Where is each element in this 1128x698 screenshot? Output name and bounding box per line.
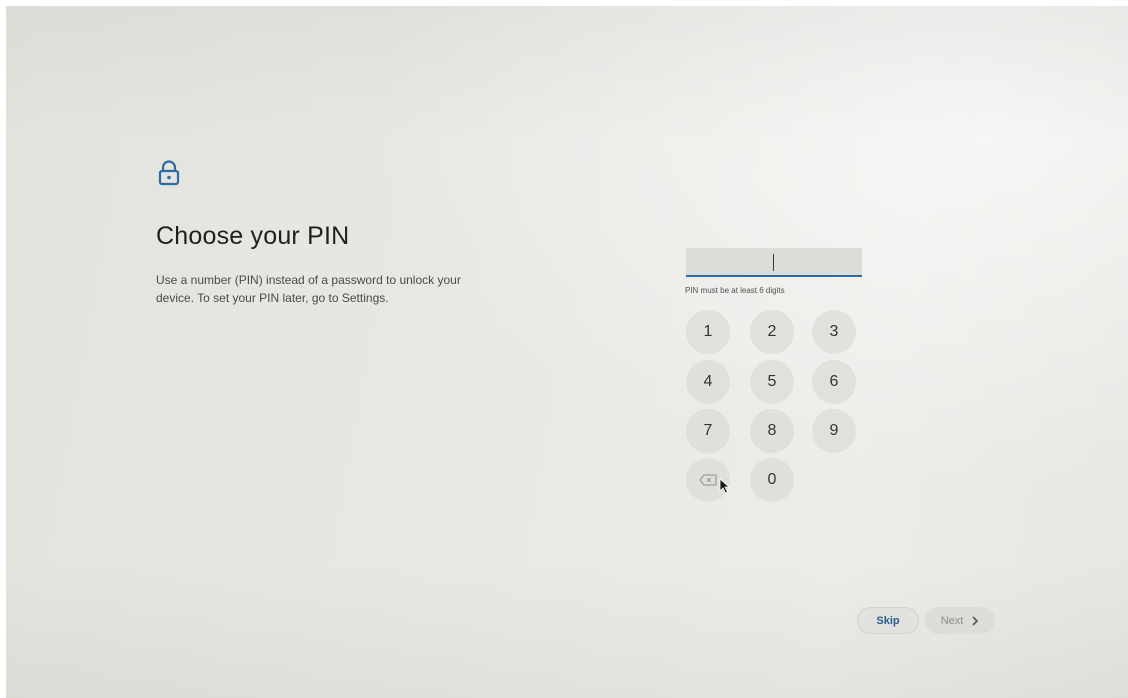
key-5[interactable]: 5 [750,360,794,404]
page-description: Use a number (PIN) instead of a password… [156,273,461,305]
lock-icon [158,160,180,186]
mouse-pointer-icon [719,478,730,494]
skip-button[interactable]: Skip [857,607,919,634]
text-cursor [773,254,774,271]
pin-keypad: 1 2 3 4 5 6 7 8 9 0 [684,310,864,530]
key-8[interactable]: 8 [750,409,794,453]
key-4[interactable]: 4 [686,360,730,404]
key-2[interactable]: 2 [750,310,794,354]
key-0[interactable]: 0 [750,458,794,502]
pin-hint: PIN must be at least 6 digits [685,286,785,295]
backspace-icon [699,474,717,486]
next-button-label: Next [940,614,964,627]
oobe-screen: Choose your PIN Use a number (PIN) inste… [6,6,1128,698]
page-title: Choose your PIN [156,222,350,250]
key-9[interactable]: 9 [812,409,856,453]
key-1[interactable]: 1 [686,310,730,354]
next-button[interactable]: Next [925,607,995,634]
key-3[interactable]: 3 [812,310,856,354]
chevron-right-icon [972,615,979,626]
key-6[interactable]: 6 [812,360,856,404]
pin-input[interactable] [686,248,862,277]
key-7[interactable]: 7 [686,409,730,453]
